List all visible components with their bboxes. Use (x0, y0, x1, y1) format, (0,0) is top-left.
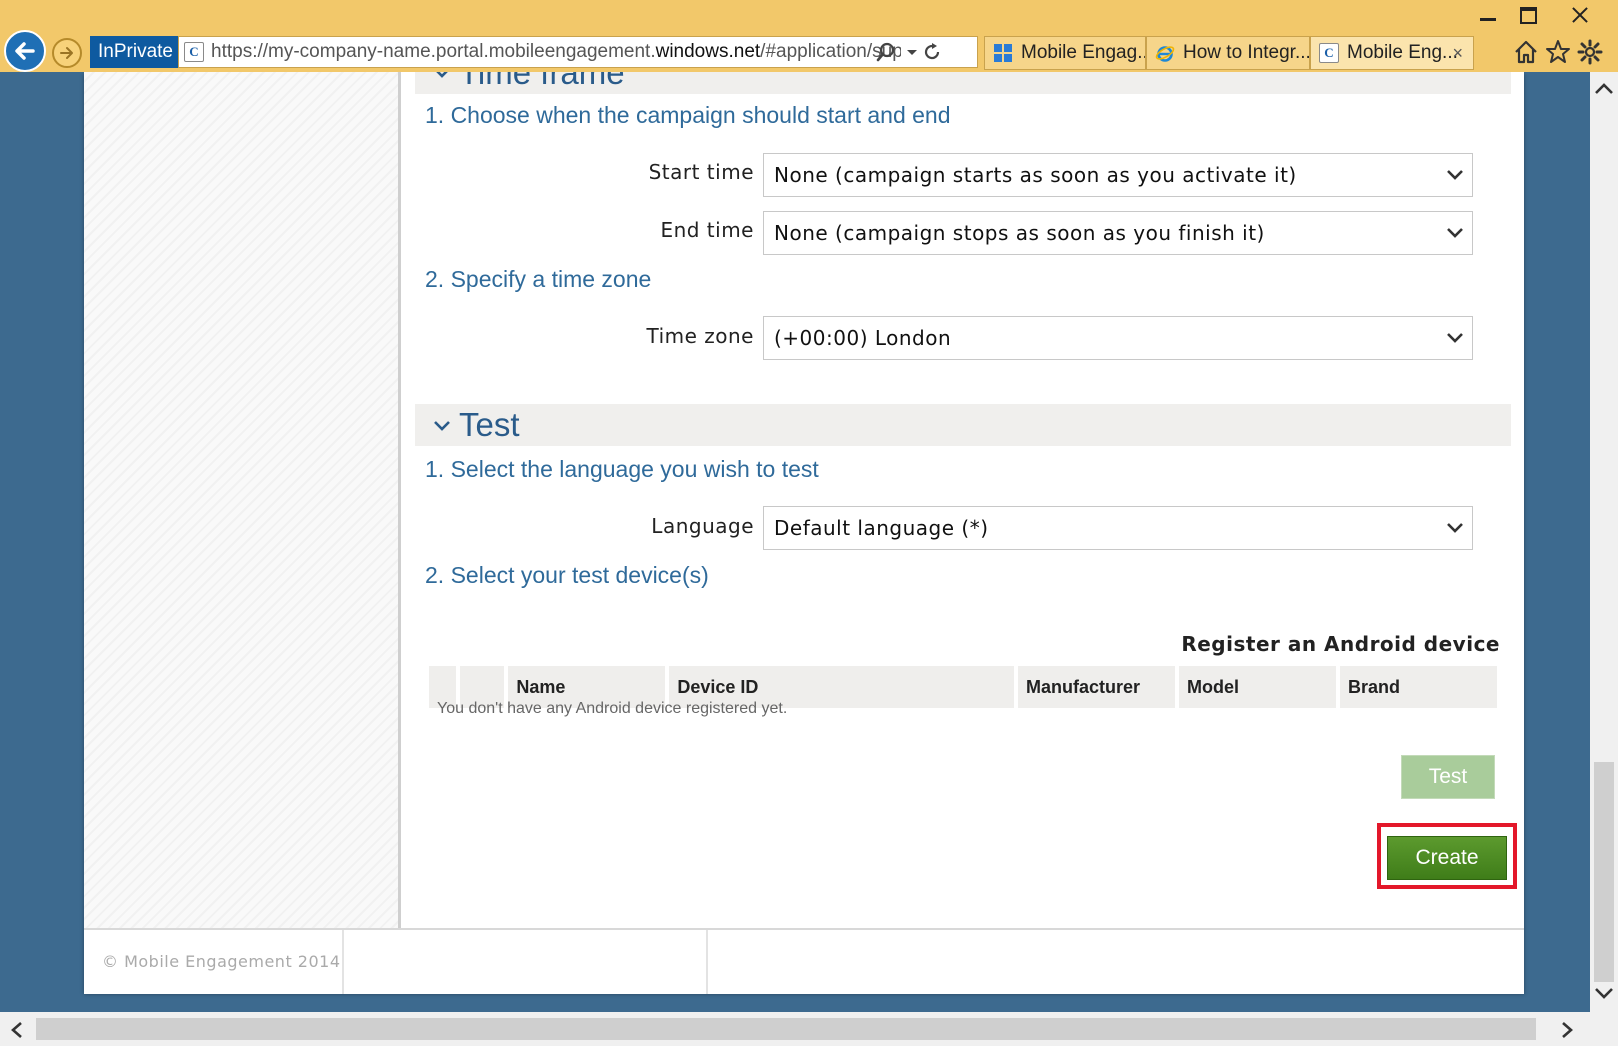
address-bar[interactable]: C https://my-company-name.portal.mobilee… (178, 36, 978, 68)
time-zone-label: Time zone (646, 324, 754, 348)
chevron-down-icon (436, 72, 448, 78)
favorites-star-icon[interactable] (1544, 38, 1572, 66)
page-container: Time frame 1. Choose when the campaign s… (84, 72, 1524, 994)
vertical-scrollbar[interactable] (1590, 72, 1618, 1012)
time-zone-value: (+00:00) London (774, 326, 952, 350)
column-brand[interactable]: Brand (1339, 666, 1497, 708)
footer-cell: © Mobile Engagement 2014 (84, 930, 344, 994)
page-icon: C (1319, 43, 1339, 63)
horizontal-scrollbar[interactable] (0, 1012, 1590, 1046)
end-time-value: None (campaign stops as soon as you fini… (774, 221, 1265, 245)
tab-how-to-integrate[interactable]: How to Integr... (1146, 36, 1310, 70)
url-text[interactable]: https://my-company-name.portal.mobileeng… (211, 37, 901, 67)
timeframe-step-2: 2. Specify a time zone (425, 266, 652, 292)
window-titlebar (0, 0, 1618, 34)
close-window-icon[interactable] (1560, 4, 1600, 30)
column-manufacturer[interactable]: Manufacturer (1017, 666, 1175, 708)
chevron-down-icon (1447, 523, 1463, 533)
footer-cell (344, 930, 708, 994)
scroll-up-icon[interactable] (1594, 82, 1614, 96)
campaign-form: Time frame 1. Choose when the campaign s… (401, 72, 1524, 928)
dropdown-arrow-icon[interactable] (901, 41, 923, 63)
windows-icon (994, 44, 1012, 62)
timeframe-title: Time frame (459, 72, 625, 91)
left-sidebar (84, 72, 401, 928)
test-step-1: 1. Select the language you wish to test (425, 456, 819, 482)
inprivate-badge: InPrivate (90, 36, 181, 68)
language-select[interactable]: Default language (*) (763, 506, 1473, 550)
start-time-label: Start time (648, 160, 754, 184)
tab-label: Mobile Eng... (1347, 42, 1458, 63)
tab-label: How to Integr... (1183, 42, 1310, 63)
scroll-down-icon[interactable] (1594, 986, 1614, 1000)
test-title: Test (459, 406, 520, 443)
search-icon[interactable] (875, 41, 897, 63)
start-time-value: None (campaign starts as soon as you act… (774, 163, 1297, 187)
vertical-scroll-thumb[interactable] (1594, 762, 1614, 982)
scroll-right-icon[interactable] (1560, 1021, 1574, 1039)
site-favicon-icon: C (184, 42, 204, 62)
tab-label: Mobile Engag... (1021, 42, 1146, 63)
end-time-select[interactable]: None (campaign stops as soon as you fini… (763, 211, 1473, 255)
empty-devices-message: You don't have any Android device regist… (437, 700, 788, 717)
start-time-select[interactable]: None (campaign starts as soon as you act… (763, 153, 1473, 197)
time-zone-select[interactable]: (+00:00) London (763, 316, 1473, 360)
ie-icon (1155, 46, 1175, 62)
chevron-down-icon (1447, 228, 1463, 238)
test-button[interactable]: Test (1401, 755, 1495, 799)
chevron-down-icon (434, 421, 450, 431)
language-value: Default language (*) (774, 516, 989, 540)
scroll-left-icon[interactable] (10, 1021, 24, 1039)
maximize-icon[interactable] (1508, 4, 1548, 30)
refresh-icon[interactable] (921, 41, 943, 63)
page-footer: © Mobile Engagement 2014 (84, 928, 1524, 994)
timeframe-step-1: 1. Choose when the campaign should start… (425, 102, 951, 128)
home-icon[interactable] (1512, 38, 1540, 66)
end-time-label: End time (660, 218, 754, 242)
url-domain: windows.net (655, 41, 761, 62)
settings-gear-icon[interactable] (1576, 38, 1604, 66)
test-section-header[interactable]: Test (415, 404, 1511, 446)
tab-close-icon[interactable]: × (1452, 37, 1463, 69)
url-prefix: https://my-company-name.portal.mobileeng… (211, 41, 656, 62)
timeframe-section-header[interactable]: Time frame (415, 72, 1511, 94)
tab-mobile-engagement-active[interactable]: C Mobile Eng... × (1310, 36, 1474, 70)
forward-button[interactable] (52, 38, 82, 68)
column-model[interactable]: Model (1178, 666, 1336, 708)
page-viewport: Time frame 1. Choose when the campaign s… (0, 72, 1590, 1012)
chevron-down-icon (1447, 170, 1463, 180)
scrollbar-corner (1590, 1012, 1618, 1046)
back-arrow-icon (15, 42, 35, 60)
language-label: Language (651, 514, 754, 538)
back-button[interactable] (4, 30, 46, 72)
forward-arrow-icon (60, 47, 73, 59)
chevron-down-icon (1447, 333, 1463, 343)
test-step-2: 2. Select your test device(s) (425, 562, 709, 588)
create-button[interactable]: Create (1387, 836, 1507, 880)
register-android-device-link[interactable]: Register an Android device (1181, 632, 1500, 656)
copyright-text: © Mobile Engagement 2014 (102, 952, 341, 971)
tab-mobile-engagement-1[interactable]: Mobile Engag... (984, 36, 1146, 70)
minimize-icon[interactable] (1468, 4, 1508, 30)
horizontal-scroll-thumb[interactable] (36, 1018, 1536, 1040)
